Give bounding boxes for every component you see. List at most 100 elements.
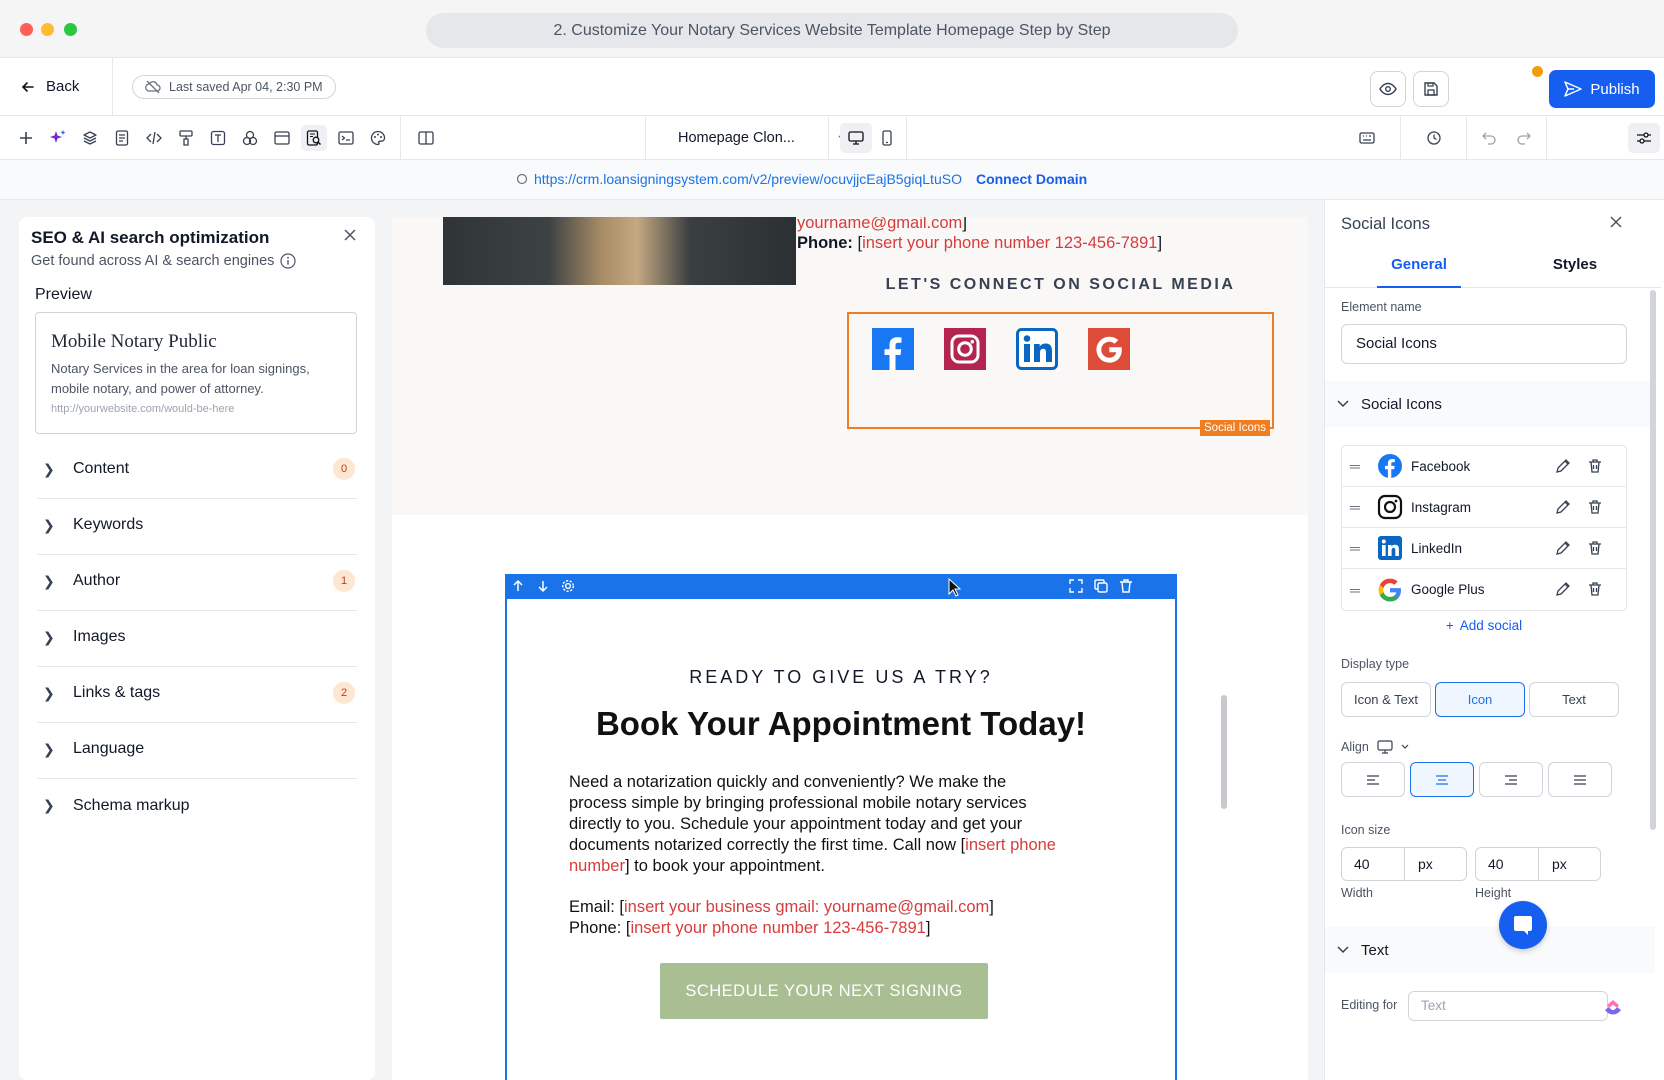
- width-input[interactable]: 40: [1354, 856, 1370, 872]
- info-icon[interactable]: [280, 253, 297, 269]
- align-left-button[interactable]: [1341, 762, 1405, 797]
- page-select-dropdown[interactable]: Homepage Clon...: [678, 126, 848, 150]
- display-type-icon[interactable]: Icon: [1435, 682, 1525, 717]
- editing-for-select[interactable]: Text: [1408, 991, 1608, 1021]
- copy-icon: [1094, 579, 1108, 593]
- move-section-down-button[interactable]: [535, 578, 551, 597]
- preview-button[interactable]: [1370, 71, 1406, 107]
- undo-button[interactable]: [1476, 125, 1502, 151]
- clickup-logo-icon[interactable]: [1602, 996, 1624, 1021]
- back-button[interactable]: Back: [20, 78, 79, 95]
- drag-handle-icon[interactable]: ═: [1341, 540, 1373, 556]
- mobile-view-button[interactable]: [874, 125, 900, 151]
- connect-domain-link[interactable]: Connect Domain: [976, 171, 1087, 187]
- social-item-facebook[interactable]: ═ Facebook: [1341, 446, 1627, 487]
- duplicate-section-button[interactable]: [1093, 578, 1109, 597]
- pencil-icon[interactable]: [1555, 581, 1571, 597]
- element-name-label: Element name: [1341, 300, 1422, 314]
- element-name-input[interactable]: Social Icons: [1341, 324, 1627, 364]
- drag-handle-icon[interactable]: ═: [1341, 582, 1373, 598]
- settings-panel-toggle[interactable]: [1628, 123, 1660, 153]
- trash-icon: [1120, 579, 1132, 593]
- height-input[interactable]: 40: [1488, 856, 1504, 872]
- width-unit-select[interactable]: px: [1418, 856, 1433, 872]
- layers-button[interactable]: [77, 125, 103, 151]
- schedule-signing-button[interactable]: SCHEDULE YOUR NEXT SIGNING: [660, 963, 988, 1019]
- display-type-text[interactable]: Text: [1529, 682, 1619, 717]
- history-button[interactable]: [1421, 125, 1447, 151]
- seo-button[interactable]: [301, 125, 327, 151]
- seo-section-language[interactable]: ❯ Language: [37, 720, 357, 779]
- panel-scrollbar[interactable]: [1650, 290, 1656, 830]
- tab-general[interactable]: General: [1377, 256, 1461, 288]
- terminal-icon: [338, 131, 354, 145]
- align-right-button[interactable]: [1479, 762, 1543, 797]
- seo-section-schema[interactable]: ❯ Schema markup: [37, 776, 357, 835]
- trash-icon[interactable]: [1587, 458, 1603, 474]
- pencil-icon[interactable]: [1555, 499, 1571, 515]
- paint-button[interactable]: [173, 125, 199, 151]
- pencil-icon[interactable]: [1555, 458, 1571, 474]
- expand-section-button[interactable]: [1068, 578, 1084, 597]
- tab-styles[interactable]: Styles: [1533, 256, 1617, 288]
- drag-handle-icon[interactable]: ═: [1341, 499, 1373, 515]
- move-section-up-button[interactable]: [510, 578, 526, 597]
- chat-support-button[interactable]: [1499, 901, 1547, 949]
- add-element-button[interactable]: [13, 125, 39, 151]
- cta-section[interactable]: READY TO GIVE US A TRY? Book Your Appoin…: [505, 599, 1177, 1080]
- pages-button[interactable]: [109, 125, 135, 151]
- text-button[interactable]: [205, 125, 231, 151]
- add-social-button[interactable]: + Add social: [1341, 618, 1627, 633]
- ai-sparkle-button[interactable]: [45, 125, 71, 151]
- palette-button[interactable]: [365, 125, 391, 151]
- trash-icon[interactable]: [1587, 581, 1603, 597]
- social-item-google-plus[interactable]: ═ Google Plus: [1341, 569, 1627, 610]
- seo-section-links-tags[interactable]: ❯ Links & tags 2: [37, 664, 357, 723]
- redo-button[interactable]: [1511, 125, 1537, 151]
- profile-photo[interactable]: [443, 217, 796, 285]
- preview-url-link[interactable]: https://crm.loansigningsystem.com/v2/pre…: [534, 171, 962, 187]
- chevron-down-icon[interactable]: [1401, 744, 1409, 750]
- linkedin-icon[interactable]: [1016, 328, 1058, 370]
- social-item-linkedin[interactable]: ═ LinkedIn: [1341, 528, 1627, 569]
- pencil-icon[interactable]: [1555, 540, 1571, 556]
- shapes-button[interactable]: [237, 125, 263, 151]
- save-button[interactable]: [1413, 71, 1449, 107]
- facebook-icon[interactable]: [872, 328, 914, 370]
- code-button[interactable]: [141, 125, 167, 151]
- section-settings-button[interactable]: [560, 578, 576, 597]
- split-view-button[interactable]: [413, 125, 439, 151]
- preview-url-bar: https://crm.loansigningsystem.com/v2/pre…: [0, 160, 1664, 200]
- trash-icon[interactable]: [1587, 540, 1603, 556]
- seo-section-images[interactable]: ❯ Images: [37, 608, 357, 667]
- seo-section-author[interactable]: ❯ Author 1: [37, 552, 357, 611]
- align-center-button[interactable]: [1410, 762, 1474, 797]
- seo-section-keywords[interactable]: ❯ Keywords: [37, 496, 357, 555]
- google-icon[interactable]: [1088, 328, 1130, 370]
- align-justify-button[interactable]: [1548, 762, 1612, 797]
- desktop-view-button[interactable]: [840, 123, 872, 153]
- drag-handle-icon[interactable]: ═: [1341, 458, 1373, 474]
- social-icons-accordion[interactable]: Social Icons: [1325, 381, 1655, 427]
- trash-icon[interactable]: [1587, 499, 1603, 515]
- gear-icon: [561, 579, 575, 593]
- canvas-scrollbar[interactable]: [1221, 695, 1227, 809]
- text-accordion[interactable]: Text: [1325, 927, 1655, 973]
- maximize-window-button[interactable]: [64, 23, 77, 36]
- instagram-icon[interactable]: [944, 328, 986, 370]
- close-window-button[interactable]: [20, 23, 33, 36]
- layout-button[interactable]: [269, 125, 295, 151]
- page-preview[interactable]: yourname@gmail.com] Phone: [insert your …: [392, 217, 1308, 1080]
- seo-section-content[interactable]: ❯ Content 0: [37, 440, 357, 499]
- social-item-instagram[interactable]: ═ Instagram: [1341, 487, 1627, 528]
- minimize-window-button[interactable]: [41, 23, 54, 36]
- delete-section-button[interactable]: [1118, 578, 1134, 597]
- height-unit-select[interactable]: px: [1552, 856, 1567, 872]
- monitor-icon[interactable]: [1377, 740, 1393, 754]
- terminal-button[interactable]: [333, 125, 359, 151]
- display-type-icon-text[interactable]: Icon & Text: [1341, 682, 1431, 717]
- close-panel-button[interactable]: [1609, 215, 1623, 232]
- publish-button[interactable]: Publish: [1549, 70, 1655, 108]
- close-seo-panel-button[interactable]: [343, 228, 357, 245]
- keyboard-shortcuts-button[interactable]: [1354, 125, 1380, 151]
